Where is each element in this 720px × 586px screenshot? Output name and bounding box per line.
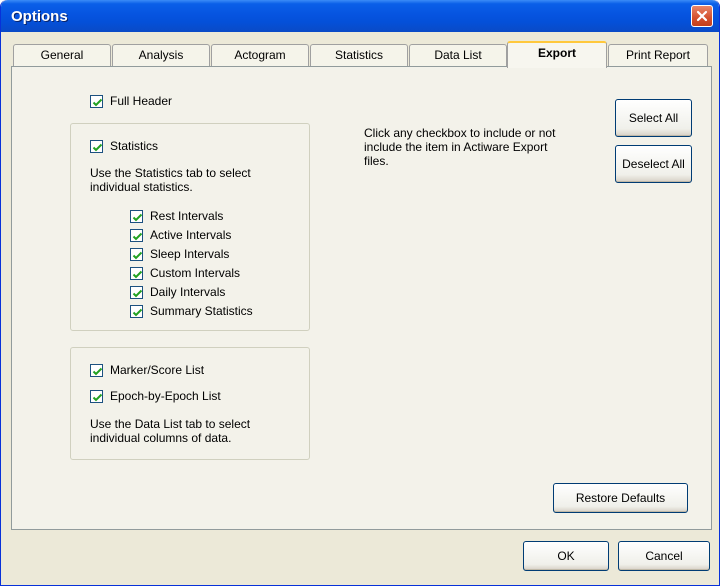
export-help-text: Click any checkbox to include or not inc… bbox=[364, 126, 556, 168]
check-icon bbox=[132, 289, 143, 297]
sleep-intervals-checkbox[interactable]: Sleep Intervals bbox=[130, 247, 229, 261]
check-icon bbox=[92, 98, 103, 106]
marker-score-list-label: Marker/Score List bbox=[110, 363, 205, 377]
cancel-button[interactable]: Cancel bbox=[618, 541, 710, 571]
check-icon bbox=[132, 213, 143, 221]
tab-print-report[interactable]: Print Report bbox=[608, 44, 708, 67]
epoch-by-epoch-list-checkbox[interactable]: Epoch-by-Epoch List bbox=[90, 389, 221, 403]
active-intervals-label: Active Intervals bbox=[150, 228, 232, 242]
check-icon bbox=[132, 232, 143, 240]
marker-score-list-checkbox[interactable]: Marker/Score List bbox=[90, 363, 204, 377]
check-icon bbox=[92, 393, 103, 401]
check-icon bbox=[92, 143, 103, 151]
checkbox-box[interactable] bbox=[130, 247, 143, 261]
data-list-note: Use the Data List tab to select individu… bbox=[90, 417, 251, 445]
summary-statistics-label: Summary Statistics bbox=[150, 304, 253, 318]
checkbox-box[interactable] bbox=[90, 139, 103, 153]
checkbox-box[interactable] bbox=[90, 363, 103, 377]
statistics-group: Statistics Use the Statistics tab to sel… bbox=[70, 123, 310, 331]
sleep-intervals-label: Sleep Intervals bbox=[150, 247, 230, 261]
daily-intervals-label: Daily Intervals bbox=[150, 285, 226, 299]
options-dialog: Options General Analysis Actogram Statis… bbox=[0, 0, 720, 586]
summary-statistics-checkbox[interactable]: Summary Statistics bbox=[130, 304, 253, 318]
custom-intervals-checkbox[interactable]: Custom Intervals bbox=[130, 266, 240, 280]
rest-intervals-checkbox[interactable]: Rest Intervals bbox=[130, 209, 223, 223]
active-intervals-checkbox[interactable]: Active Intervals bbox=[130, 228, 231, 242]
select-all-button[interactable]: Select All bbox=[615, 99, 692, 137]
export-tab-panel: Full Header Statistics Use the Statistic… bbox=[11, 66, 712, 530]
rest-intervals-label: Rest Intervals bbox=[150, 209, 224, 223]
tab-data-list[interactable]: Data List bbox=[409, 44, 507, 67]
checkbox-box[interactable] bbox=[130, 266, 143, 280]
daily-intervals-checkbox[interactable]: Daily Intervals bbox=[130, 285, 225, 299]
tab-statistics[interactable]: Statistics bbox=[310, 44, 408, 67]
checkbox-box[interactable] bbox=[130, 285, 143, 299]
ok-button[interactable]: OK bbox=[523, 541, 609, 571]
checkbox-box[interactable] bbox=[90, 389, 103, 403]
checkbox-box[interactable] bbox=[130, 209, 143, 223]
tab-strip: General Analysis Actogram Statistics Dat… bbox=[11, 41, 711, 68]
tab-actogram[interactable]: Actogram bbox=[211, 44, 309, 67]
deselect-all-button[interactable]: Deselect All bbox=[615, 145, 692, 183]
check-icon bbox=[132, 270, 143, 278]
checkbox-box[interactable] bbox=[130, 228, 143, 242]
close-icon bbox=[696, 10, 708, 22]
custom-intervals-label: Custom Intervals bbox=[150, 266, 241, 280]
check-icon bbox=[92, 367, 103, 375]
check-icon bbox=[132, 251, 143, 259]
statistics-label: Statistics bbox=[110, 139, 159, 153]
checkbox-box[interactable] bbox=[130, 304, 143, 318]
checkbox-box[interactable] bbox=[90, 94, 103, 108]
tab-analysis[interactable]: Analysis bbox=[112, 44, 210, 67]
epoch-by-epoch-list-label: Epoch-by-Epoch List bbox=[110, 389, 221, 403]
data-list-group: Marker/Score List Epoch-by-Epoch List Us… bbox=[70, 347, 310, 460]
close-button[interactable] bbox=[691, 5, 713, 27]
full-header-label: Full Header bbox=[110, 94, 173, 108]
tab-general[interactable]: General bbox=[13, 44, 111, 67]
restore-defaults-button[interactable]: Restore Defaults bbox=[553, 483, 688, 513]
tab-export[interactable]: Export bbox=[507, 41, 607, 68]
check-icon bbox=[132, 308, 143, 316]
full-header-checkbox[interactable]: Full Header bbox=[90, 94, 172, 108]
statistics-note: Use the Statistics tab to select individ… bbox=[90, 166, 251, 194]
statistics-checkbox[interactable]: Statistics bbox=[90, 139, 158, 153]
title-bar[interactable]: Options bbox=[1, 0, 719, 32]
window-title: Options bbox=[11, 8, 68, 25]
